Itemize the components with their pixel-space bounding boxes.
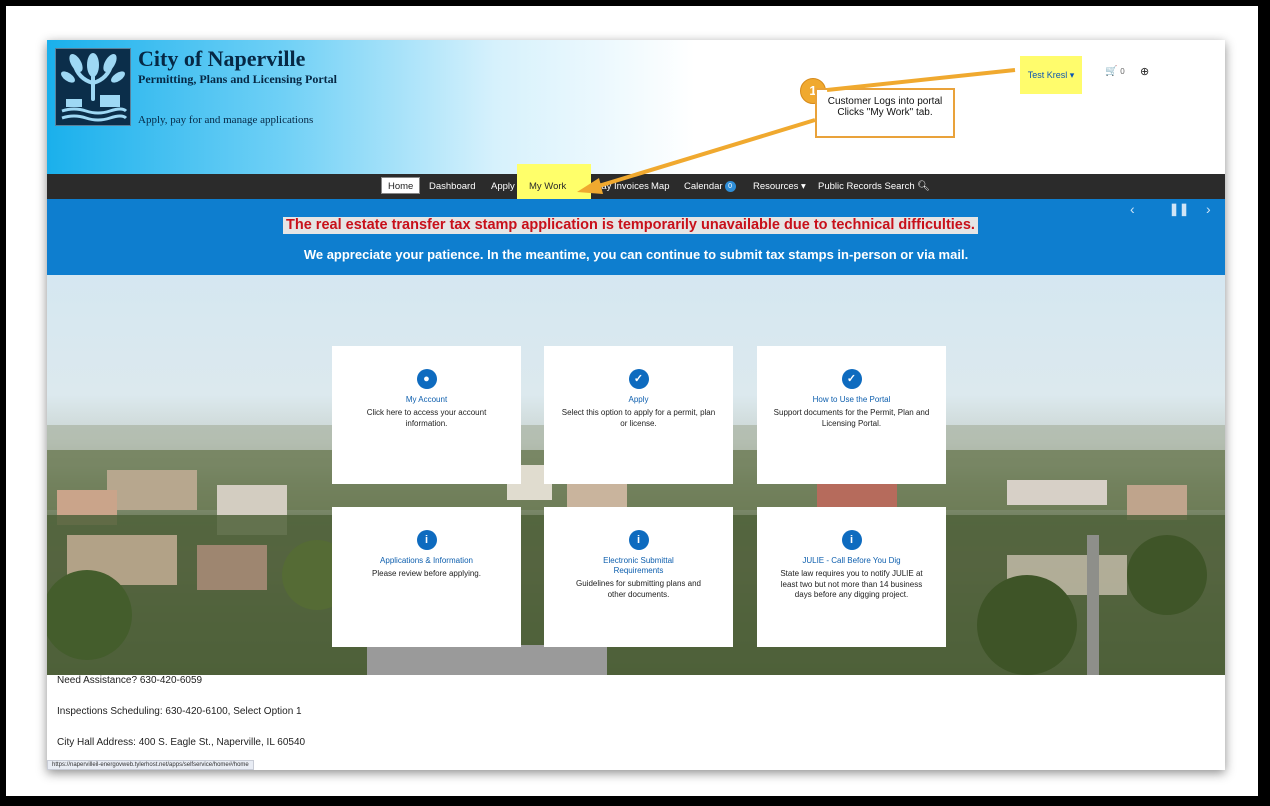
language-button[interactable]: ⊕: [1140, 65, 1149, 78]
user-menu-dropdown[interactable]: Test Kresl ▾: [1020, 56, 1082, 94]
nav-my-work[interactable]: My Work: [517, 164, 591, 204]
card-title: How to Use the Portal: [812, 395, 891, 404]
alert-banner: The real estate transfer tax stamp appli…: [47, 199, 1225, 275]
nav-public-records-label: Public Records Search: [818, 181, 915, 192]
card-title: My Account: [405, 395, 448, 404]
card-description: Click here to access your account inform…: [366, 408, 487, 428]
clipboard-icon: ✓: [628, 369, 649, 389]
org-name: City of Naperville: [138, 46, 306, 71]
card-apply[interactable]: ✓ Apply Select this option to apply for …: [544, 346, 733, 484]
nav-public-records-search[interactable]: Public Records Search 🔍︎: [818, 174, 930, 199]
org-tagline: Apply, pay for and manage applications: [138, 114, 314, 126]
card-description: Select this option to apply for a permit…: [561, 408, 716, 428]
nav-map[interactable]: Map: [651, 174, 669, 199]
nav-apply[interactable]: Apply: [491, 174, 515, 199]
browser-screenshot: City of Naperville Permitting, Plans and…: [47, 40, 1225, 770]
browser-status-url: https://napervilleil-energovweb.tylerhos…: [47, 760, 254, 770]
globe-icon: ⊕: [1140, 66, 1150, 78]
pause-icon[interactable]: ❚❚: [1169, 202, 1189, 216]
assistance-phone: Need Assistance? 630-420-6059: [57, 675, 203, 686]
cart-count: 0: [1120, 67, 1125, 76]
card-title: Electronic Submittal Requirements: [603, 556, 674, 575]
card-title: JULIE - Call Before You Dig: [802, 556, 901, 565]
card-my-account[interactable]: ● My Account Click here to access your a…: [332, 346, 521, 484]
info-icon: i: [416, 530, 437, 550]
card-title: Applications & Information: [380, 556, 473, 565]
card-description: Support documents for the Permit, Plan a…: [773, 408, 930, 428]
card-description: Guidelines for submitting plans and othe…: [576, 579, 701, 599]
chevron-left-icon[interactable]: ‹: [1130, 201, 1135, 217]
card-description: State law requires you to notify JULIE a…: [780, 569, 923, 599]
city-hall-address: City Hall Address: 400 S. Eagle St., Nap…: [57, 737, 306, 748]
card-julie-call-before-dig[interactable]: i JULIE - Call Before You Dig State law …: [757, 507, 946, 647]
nav-home[interactable]: Home: [381, 177, 421, 194]
chevron-right-icon[interactable]: ›: [1206, 201, 1211, 217]
calendar-count-badge: 0: [724, 180, 736, 192]
cart-button[interactable]: 🛒 0: [1105, 66, 1125, 77]
org-subtitle: Permitting, Plans and Licensing Portal: [138, 72, 337, 86]
annotation-callout: Customer Logs into portal Clicks "My Wor…: [815, 88, 955, 138]
clipboard-icon: ✓: [841, 369, 862, 389]
card-electronic-submittal[interactable]: i Electronic Submittal Requirements Guid…: [544, 507, 733, 647]
city-logo[interactable]: [55, 48, 131, 126]
user-menu-label: Test Kresl ▾: [1027, 69, 1075, 80]
inspections-phone: Inspections Scheduling: 630-420-6100, Se…: [57, 706, 302, 717]
card-description: Please review before applying.: [372, 569, 481, 578]
search-icon: 🔍︎: [917, 181, 930, 192]
alert-banner-title: The real estate transfer tax stamp appli…: [283, 217, 978, 234]
site-footer: Need Assistance? 630-420-6059 Inspection…: [47, 675, 1225, 770]
card-how-to-use-portal[interactable]: ✓ How to Use the Portal Support document…: [757, 346, 946, 484]
main-nav: Home Dashboard Apply My Work Pay Invoice…: [47, 164, 1225, 207]
info-icon: i: [628, 530, 649, 550]
cart-icon: 🛒: [1105, 66, 1118, 77]
card-applications-information[interactable]: i Applications & Information Please revi…: [332, 507, 521, 647]
document-frame: City of Naperville Permitting, Plans and…: [6, 6, 1258, 796]
nav-resources[interactable]: Resources ▾: [753, 174, 806, 199]
nav-calendar-label: Calendar: [684, 181, 723, 192]
nav-pay-invoices[interactable]: Pay Invoices: [595, 174, 649, 199]
alert-banner-message: We appreciate your patience. In the mean…: [303, 247, 969, 262]
site-header: City of Naperville Permitting, Plans and…: [47, 40, 1225, 174]
info-icon: i: [841, 530, 862, 550]
user-icon: ●: [416, 369, 437, 389]
card-title: Apply: [628, 395, 649, 404]
hero-city-background: ● My Account Click here to access your a…: [47, 275, 1225, 675]
nav-dashboard[interactable]: Dashboard: [429, 174, 475, 199]
nav-calendar[interactable]: Calendar 0: [684, 174, 736, 199]
